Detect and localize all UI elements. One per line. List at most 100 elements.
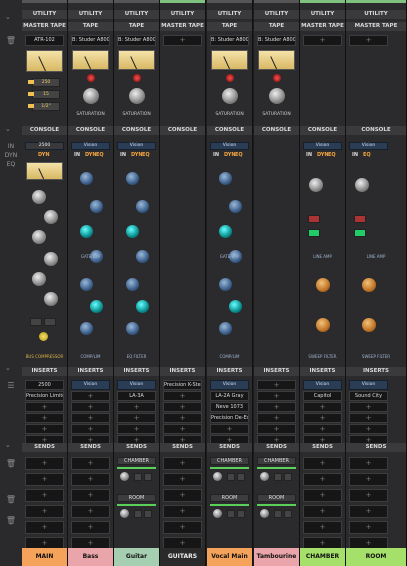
insert-slot-empty[interactable]: + [303,402,342,412]
insert-slot-empty[interactable]: + [257,424,296,434]
console-plugin-label[interactable]: Vision [71,142,110,150]
console-mode-dyn[interactable]: DYN [224,152,236,158]
console-plugin-label[interactable]: 2500 [25,142,64,150]
send-slot-empty[interactable]: + [163,505,202,518]
tape-value-1[interactable]: 15 [32,90,60,99]
console-mode-eq[interactable]: EQ [328,152,336,158]
console-knob[interactable] [80,278,93,291]
filter-knob-lo[interactable] [362,318,376,332]
line-amp-knob[interactable] [309,178,323,192]
console-knob[interactable] [90,200,103,213]
console-knob[interactable] [126,172,139,185]
record-button[interactable] [87,74,95,82]
console-mode-dyn[interactable]: DYN [317,152,329,158]
chevron-down-icon[interactable]: ⌄ [5,125,11,133]
insert-slot-empty[interactable]: + [349,424,388,434]
insert-slot-empty[interactable]: + [163,402,202,412]
send-slot-empty[interactable]: + [349,505,388,518]
console-knob[interactable] [126,225,139,238]
tape-value-2[interactable]: 1/2" [32,102,60,111]
send-slot-empty[interactable]: + [349,473,388,486]
send-prepost-button[interactable] [227,510,235,518]
send-slot-empty[interactable]: + [303,489,342,502]
record-button[interactable] [226,74,234,82]
send-mute-button[interactable] [284,510,292,518]
insert-slot-empty[interactable]: + [163,424,202,434]
send-slot-empty[interactable]: + [71,489,110,502]
tape-empty-slot[interactable]: + [303,35,342,46]
compressor-knob[interactable] [44,292,58,306]
insert-slot-empty[interactable]: + [257,402,296,412]
send-name-chamber[interactable]: CHAMBER [210,457,249,465]
console-mode-in[interactable]: IN [306,152,312,158]
track-name-main[interactable]: MAIN [22,548,67,566]
console-mode-eq[interactable]: EQ [142,152,150,158]
saturation-knob[interactable] [129,88,145,104]
send-prepost-button[interactable] [134,473,142,481]
console-knob[interactable] [219,278,232,291]
list-icon[interactable]: ☰ [4,381,18,391]
insert-slot[interactable]: LA-3A [117,391,156,401]
chevron-down-icon[interactable]: ⌄ [5,364,11,372]
send-slot-empty[interactable]: + [303,457,342,470]
insert-slot-empty[interactable]: + [25,402,64,412]
insert-slot[interactable]: Sound City [349,391,388,401]
insert-slot-vision[interactable]: Vision [303,380,342,390]
console-mode-dyn[interactable]: DYN [38,152,50,158]
send-slot-empty[interactable]: + [303,505,342,518]
console-mode-dyn[interactable]: DYN [85,152,97,158]
tape-model-selector[interactable]: B: Studer A800 [117,35,156,46]
console-mode-in[interactable]: IN [74,152,80,158]
insert-slot-empty[interactable]: + [257,391,296,401]
insert-slot-empty[interactable]: + [349,402,388,412]
trash-icon[interactable]: 🗑 [4,516,18,526]
send-name-chamber[interactable]: CHAMBER [257,457,296,465]
send-mute-button[interactable] [144,473,152,481]
console-knob[interactable] [229,200,242,213]
send-mute-button[interactable] [284,473,292,481]
tape-model-selector[interactable]: B: Studer A800 [71,35,110,46]
send-mute-button[interactable] [144,510,152,518]
filter-knob-hi[interactable] [362,278,376,292]
pad-button[interactable] [354,229,366,237]
track-name-bass[interactable]: Bass [68,548,113,566]
insert-slot-empty[interactable]: + [71,424,110,434]
console-mode-eq[interactable]: EQ [363,152,371,158]
insert-slot[interactable]: Precision K-Stereo [163,380,202,390]
trash-icon[interactable]: 🗑 [4,495,18,505]
send-slot-empty[interactable]: + [349,521,388,534]
send-slot-empty[interactable]: + [71,457,110,470]
send-slot-empty[interactable]: + [25,505,64,518]
insert-slot-empty[interactable]: + [303,413,342,423]
insert-slot[interactable]: Capitol [303,391,342,401]
console-plugin-label[interactable]: Vision [349,142,388,150]
chevron-down-icon[interactable]: ⌄ [5,13,11,21]
console-knob[interactable] [136,300,149,313]
sc-button[interactable] [30,318,42,326]
track-name-guitars[interactable]: GUITARS [160,548,205,566]
send-prepost-button[interactable] [227,473,235,481]
phase-button[interactable] [308,215,320,223]
console-knob[interactable] [90,300,103,313]
console-knob[interactable] [80,225,93,238]
send-mute-button[interactable] [237,473,245,481]
tape-model-selector[interactable]: ATR-102 [25,35,64,46]
console-knob[interactable] [219,172,232,185]
chevron-down-icon[interactable]: ⌄ [5,441,11,449]
insert-slot[interactable]: 2500 [25,380,64,390]
insert-slot-empty[interactable]: + [349,413,388,423]
insert-slot-empty[interactable]: + [25,413,64,423]
compressor-knob[interactable] [32,230,46,244]
send-slot-empty[interactable]: + [163,489,202,502]
send-prepost-button[interactable] [274,473,282,481]
insert-slot[interactable]: Precision Limiter [25,391,64,401]
output-knob[interactable] [39,332,48,341]
insert-slot-empty[interactable]: + [117,424,156,434]
console-plugin-label[interactable]: Vision [303,142,342,150]
insert-slot-empty[interactable]: + [303,424,342,434]
console-plugin-label[interactable]: Vision [210,142,249,150]
tape-model-selector[interactable]: B: Studer A800 [257,35,296,46]
compressor-knob[interactable] [44,252,58,266]
phase-button[interactable] [354,215,366,223]
pad-button[interactable] [308,229,320,237]
